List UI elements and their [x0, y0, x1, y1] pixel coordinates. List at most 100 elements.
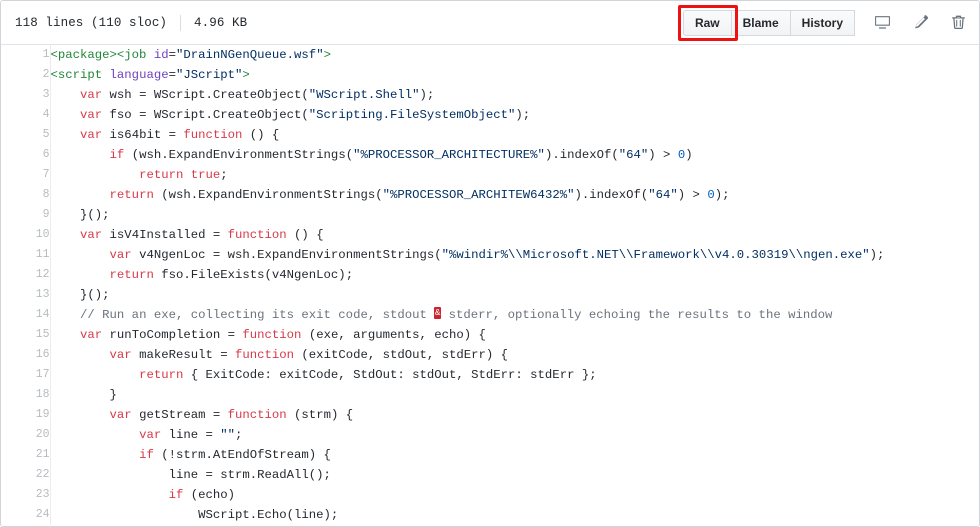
code-token: >: [323, 48, 331, 62]
code-token: function: [235, 348, 295, 362]
line-content[interactable]: return (wsh.ExpandEnvironmentStrings("%P…: [50, 185, 979, 205]
code-token: return: [109, 268, 154, 282]
line-number[interactable]: 1: [1, 45, 51, 65]
line-number[interactable]: 13: [1, 285, 51, 305]
line-content[interactable]: if (wsh.ExpandEnvironmentStrings("%PROCE…: [50, 145, 979, 165]
line-number[interactable]: 18: [1, 385, 51, 405]
line-content[interactable]: }: [50, 385, 979, 405]
code-token: (exitCode, stdOut, stdErr) {: [294, 348, 509, 362]
desktop-icon[interactable]: [871, 12, 893, 34]
line-content[interactable]: var isV4Installed = function () {: [50, 225, 979, 245]
code-line-row: 23 if (echo): [1, 485, 979, 505]
line-content[interactable]: return { ExitCode: exitCode, StdOut: std…: [50, 365, 979, 385]
code-line-row: 24 WScript.Echo(line);: [1, 505, 979, 525]
code-token: function: [183, 128, 243, 142]
code-token: (!strm.AtEndOfStream) {: [153, 448, 331, 462]
line-content[interactable]: <package><job id="DrainNGenQueue.wsf">: [50, 45, 979, 65]
code-token: =: [168, 68, 176, 82]
line-content[interactable]: line = strm.ReadAll();: [50, 465, 979, 485]
line-number[interactable]: 23: [1, 485, 51, 505]
code-token: getStream =: [131, 408, 228, 422]
code-token: if: [109, 148, 125, 162]
line-number[interactable]: 11: [1, 245, 51, 265]
code-token: isV4Installed =: [102, 228, 228, 242]
code-token: "DrainNGenQueue.wsf": [175, 48, 324, 62]
code-token: () {: [286, 228, 324, 242]
line-number[interactable]: 12: [1, 265, 51, 285]
line-number[interactable]: 15: [1, 325, 51, 345]
pencil-icon[interactable]: [909, 12, 931, 34]
line-number[interactable]: 5: [1, 125, 51, 145]
line-number[interactable]: 7: [1, 165, 51, 185]
header-actions: Raw Blame History: [677, 4, 969, 41]
file-header-toolbar: 118 lines (110 sloc) 4.96 KB Raw Blame H…: [1, 1, 979, 45]
line-number[interactable]: 22: [1, 465, 51, 485]
line-content[interactable]: WScript.Echo(line);: [50, 505, 979, 525]
line-number[interactable]: 17: [1, 365, 51, 385]
code-token: );: [714, 188, 730, 202]
line-number[interactable]: 24: [1, 505, 51, 525]
line-number[interactable]: 2: [1, 65, 51, 85]
code-token: ): [685, 148, 693, 162]
code-line-row: 16 var makeResult = function (exitCode, …: [1, 345, 979, 365]
line-content[interactable]: return true;: [50, 165, 979, 185]
line-number[interactable]: 3: [1, 85, 51, 105]
code-line-row: 4 var fso = WScript.CreateObject("Script…: [1, 105, 979, 125]
line-content[interactable]: if (!strm.AtEndOfStream) {: [50, 445, 979, 465]
code-token: var: [80, 228, 103, 242]
line-content[interactable]: var makeResult = function (exitCode, std…: [50, 345, 979, 365]
trash-icon[interactable]: [947, 12, 969, 34]
code-token: "64": [648, 188, 678, 202]
line-number[interactable]: 21: [1, 445, 51, 465]
line-content[interactable]: var runToCompletion = function (exe, arg…: [50, 325, 979, 345]
code-token: }: [50, 388, 117, 402]
code-token: }();: [50, 288, 110, 302]
line-number[interactable]: 10: [1, 225, 51, 245]
code-token: var: [109, 408, 132, 422]
code-line-row: 5 var is64bit = function () {: [1, 125, 979, 145]
code-token: 0: [707, 188, 715, 202]
code-blob-wrapper[interactable]: 1 <package><job id="DrainNGenQueue.wsf"> 2…: [1, 45, 979, 526]
line-content[interactable]: }();: [50, 205, 979, 225]
line-content[interactable]: var wsh = WScript.CreateObject("WScript.…: [50, 85, 979, 105]
code-token: id: [153, 48, 169, 62]
line-number[interactable]: 14: [1, 305, 51, 325]
line-content[interactable]: var fso = WScript.CreateObject("Scriptin…: [50, 105, 979, 125]
line-content[interactable]: if (echo): [50, 485, 979, 505]
line-content[interactable]: }();: [50, 285, 979, 305]
code-line-row: 8 return (wsh.ExpandEnvironmentStrings("…: [1, 185, 979, 205]
line-content[interactable]: return fso.FileExists(v4NgenLoc);: [50, 265, 979, 285]
line-content[interactable]: var is64bit = function () {: [50, 125, 979, 145]
code-token: function: [227, 228, 287, 242]
code-line-row: 14 // Run an exe, collecting its exit co…: [1, 305, 979, 325]
code-token: makeResult =: [131, 348, 235, 362]
line-number[interactable]: 6: [1, 145, 51, 165]
line-number[interactable]: 8: [1, 185, 51, 205]
blame-button[interactable]: Blame: [731, 9, 791, 36]
line-number[interactable]: 9: [1, 205, 51, 225]
code-token: "": [220, 428, 236, 442]
code-token: if: [168, 488, 184, 502]
line-number[interactable]: 19: [1, 405, 51, 425]
line-number[interactable]: 4: [1, 105, 51, 125]
code-token: var: [80, 88, 103, 102]
line-number[interactable]: 16: [1, 345, 51, 365]
code-token: runToCompletion =: [102, 328, 243, 342]
line-content[interactable]: var v4NgenLoc = wsh.ExpandEnvironmentStr…: [50, 245, 979, 265]
code-token: =: [168, 48, 176, 62]
line-content[interactable]: <script language="JScript">: [50, 65, 979, 85]
line-content[interactable]: var line = "";: [50, 425, 979, 445]
code-token: (strm) {: [286, 408, 354, 422]
raw-button[interactable]: Raw: [682, 9, 732, 36]
line-content[interactable]: // Run an exe, collecting its exit code,…: [50, 305, 979, 325]
line-content[interactable]: var getStream = function (strm) {: [50, 405, 979, 425]
history-button[interactable]: History: [790, 9, 855, 36]
code-token: WScript.Echo(line);: [50, 508, 339, 522]
line-number[interactable]: 20: [1, 425, 51, 445]
